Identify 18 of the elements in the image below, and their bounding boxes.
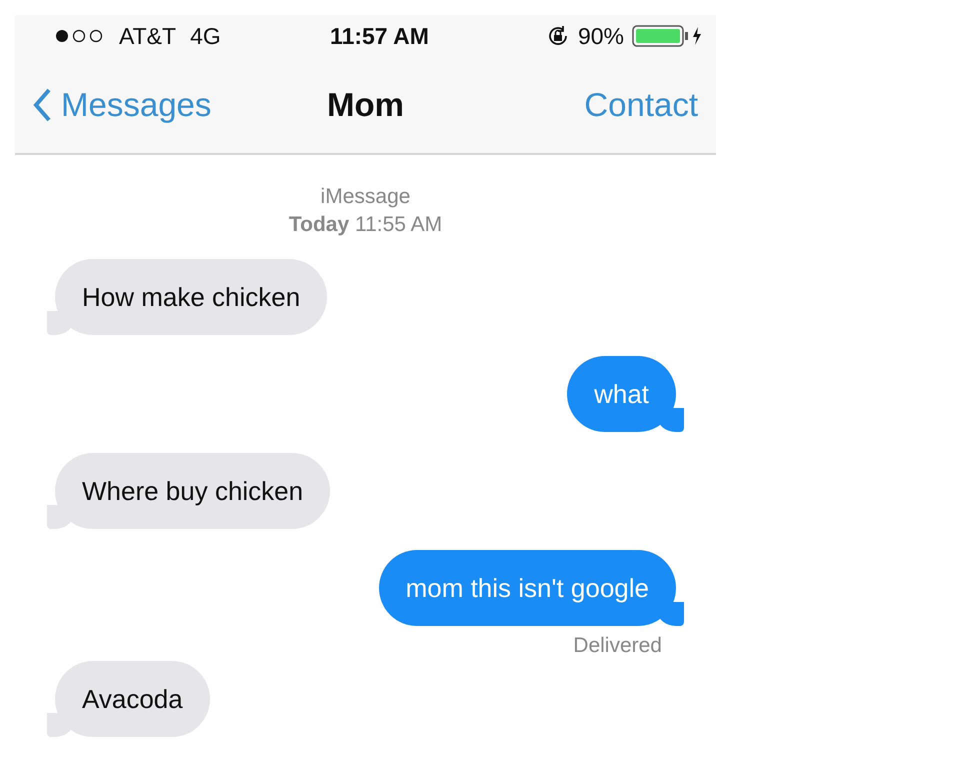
service-label: iMessage <box>320 184 410 210</box>
back-button[interactable]: Messages <box>33 86 255 124</box>
received-message-bubble: Avacoda <box>47 661 210 737</box>
sent-message-bubble: what <box>567 356 684 432</box>
battery-charging-icon <box>632 24 704 48</box>
carrier-name: AT&T <box>119 22 176 50</box>
chevron-left-icon <box>33 88 51 122</box>
battery-percentage: 90% <box>578 22 624 50</box>
delivery-status: Delivered <box>573 634 662 658</box>
sent-message-bubble: mom this isn't google <box>378 550 684 626</box>
conversation-title: Mom <box>326 86 405 124</box>
received-message-bubble: How make chicken <box>47 259 328 335</box>
contact-link[interactable]: Contact <box>476 86 698 124</box>
received-message-bubble: Where buy chicken <box>47 453 330 529</box>
clock: 11:57 AM <box>329 22 430 50</box>
timestamp: Today 11:55 AM <box>288 212 442 238</box>
network-type: 4G <box>190 22 221 50</box>
signal-icon <box>55 29 105 43</box>
